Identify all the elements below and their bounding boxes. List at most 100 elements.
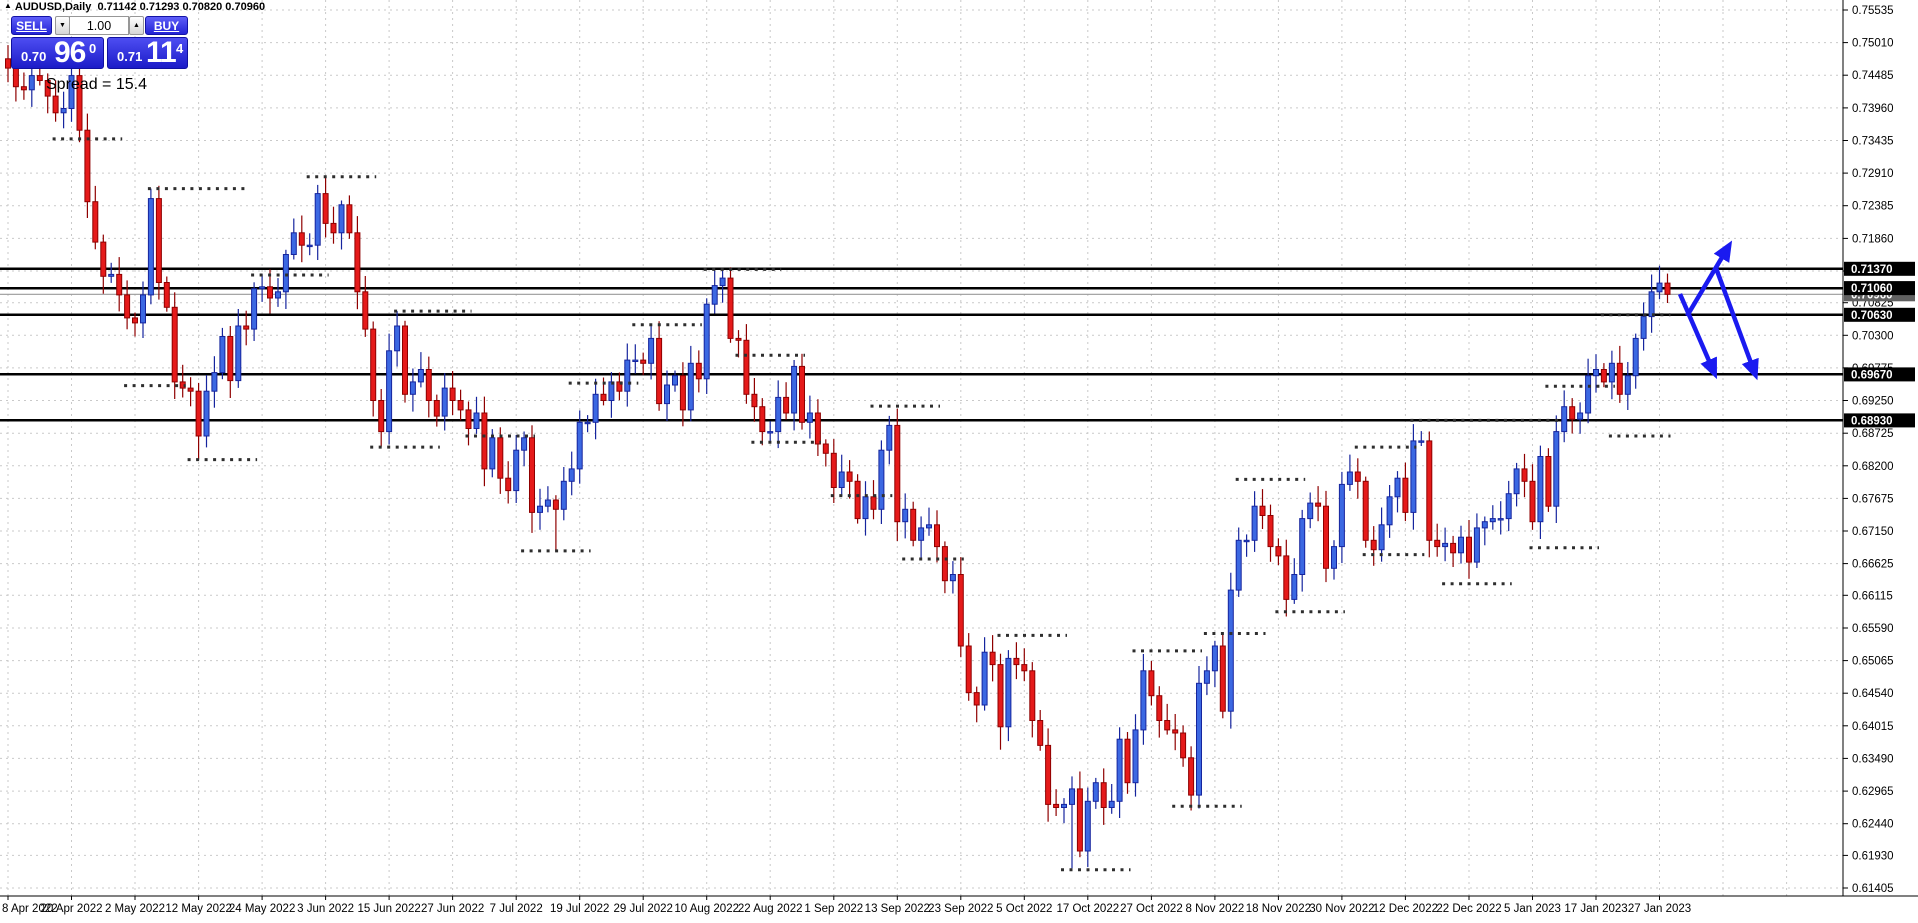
candle: [966, 633, 971, 701]
candle: [1586, 359, 1591, 424]
candle: [1411, 424, 1416, 530]
x-axis-label: 10 Aug 2022: [674, 903, 739, 915]
candle: [585, 415, 590, 432]
candle: [665, 371, 670, 422]
x-axis-label: 27 Jan 2023: [1628, 903, 1691, 915]
chart-title: ▲AUDUSD,Daily 0.71142 0.71293 0.70820 0.…: [4, 1, 265, 13]
candle: [1443, 528, 1448, 562]
candle: [1157, 686, 1162, 737]
candle: [1038, 710, 1043, 751]
x-axis-label: 17 Jan 2023: [1564, 903, 1627, 915]
ask-price-pip: 4: [176, 41, 183, 56]
candle: [252, 282, 257, 341]
candle: [61, 92, 66, 129]
price-chart-canvas[interactable]: 0.755350.750100.744850.739600.734350.729…: [0, 0, 1918, 923]
trend-arrow-down: [1716, 268, 1754, 371]
candle: [220, 328, 225, 379]
y-axis-label: 0.62440: [1852, 819, 1894, 831]
candle: [260, 274, 265, 302]
x-axis-label: 12 May 2022: [165, 903, 232, 915]
candle: [1649, 275, 1654, 333]
x-axis-label: 22 Dec 2022: [1436, 903, 1501, 915]
candle: [974, 687, 979, 723]
candle: [1451, 536, 1456, 567]
spread-label: Spread = 15.4: [46, 76, 147, 94]
candle: [1014, 642, 1019, 679]
ask-price-prefix: 0.71: [117, 49, 142, 64]
candle: [990, 635, 995, 681]
candle: [1276, 538, 1281, 565]
candle: [919, 516, 924, 557]
candle: [1284, 540, 1289, 617]
candle: [1006, 650, 1011, 741]
x-axis-label: 13 Sep 2022: [865, 903, 930, 915]
ask-price-panel[interactable]: 0.71 11 4: [107, 37, 188, 69]
candle: [148, 189, 153, 305]
candle: [569, 452, 574, 496]
candle: [228, 326, 233, 398]
time-axis: 8 Apr 202220 Apr 20222 May 202212 May 20…: [0, 896, 1918, 915]
x-axis-label: 24 May 2022: [229, 903, 296, 915]
candle: [339, 201, 344, 250]
candle: [164, 277, 169, 312]
candle: [506, 461, 511, 503]
candle: [117, 257, 122, 311]
svg-text:0.68930: 0.68930: [1851, 415, 1893, 427]
candle: [1578, 402, 1583, 433]
candle: [1070, 776, 1075, 868]
candle: [1308, 493, 1313, 529]
candle: [172, 292, 177, 399]
y-axis-label: 0.74485: [1852, 70, 1894, 82]
volume-input[interactable]: [69, 16, 129, 35]
candle: [1030, 662, 1035, 737]
y-axis-label: 0.61930: [1852, 850, 1894, 862]
sell-button[interactable]: SELL: [11, 16, 52, 35]
price-tag: 0.71370: [1844, 262, 1915, 276]
x-axis-label: 18 Nov 2022: [1246, 903, 1311, 915]
candle: [696, 350, 701, 392]
candle: [1665, 274, 1670, 303]
candle: [93, 186, 98, 249]
candle: [1316, 486, 1321, 521]
candle: [950, 561, 955, 593]
candle: [895, 409, 900, 541]
candle: [561, 467, 566, 520]
candle: [1046, 728, 1051, 821]
y-axis-label: 0.67150: [1852, 526, 1894, 538]
candle: [1506, 481, 1511, 531]
candle: [101, 235, 106, 294]
x-axis-label: 7 Jul 2022: [490, 903, 543, 915]
y-axis-label: 0.68725: [1852, 428, 1894, 440]
candle: [1173, 714, 1178, 750]
bid-price-panel[interactable]: 0.70 96 0: [11, 37, 104, 69]
x-axis-label: 17 Oct 2022: [1056, 903, 1119, 915]
x-axis-label: 8 Nov 2022: [1185, 903, 1244, 915]
candle: [1093, 778, 1098, 809]
candle: [1054, 789, 1059, 816]
candle: [712, 271, 717, 314]
y-axis-label: 0.75535: [1852, 5, 1894, 17]
bid-price-prefix: 0.70: [21, 49, 46, 64]
x-axis-label: 2 May 2022: [105, 903, 165, 915]
y-axis-label: 0.68200: [1852, 461, 1894, 473]
y-axis-label: 0.65065: [1852, 656, 1894, 668]
candle: [831, 439, 836, 503]
x-axis-label: 1 Sep 2022: [804, 903, 863, 915]
candle: [649, 325, 654, 380]
candle: [815, 399, 820, 456]
grid: [0, 0, 1843, 896]
candle: [307, 233, 312, 255]
candle: [1498, 501, 1503, 534]
candle: [823, 439, 828, 466]
svg-text:0.70630: 0.70630: [1851, 310, 1893, 322]
candle: [1601, 363, 1606, 387]
buy-button[interactable]: BUY: [145, 16, 188, 35]
candle: [1570, 398, 1575, 433]
trend-arrows[interactable]: [1680, 249, 1754, 371]
candle: [403, 321, 408, 403]
ask-price-big: 11: [146, 36, 176, 70]
volume-decrease-button[interactable]: ▼: [55, 16, 70, 35]
y-axis-label: 0.64540: [1852, 688, 1894, 700]
candle: [927, 508, 932, 536]
volume-increase-button[interactable]: ▲: [129, 16, 144, 35]
